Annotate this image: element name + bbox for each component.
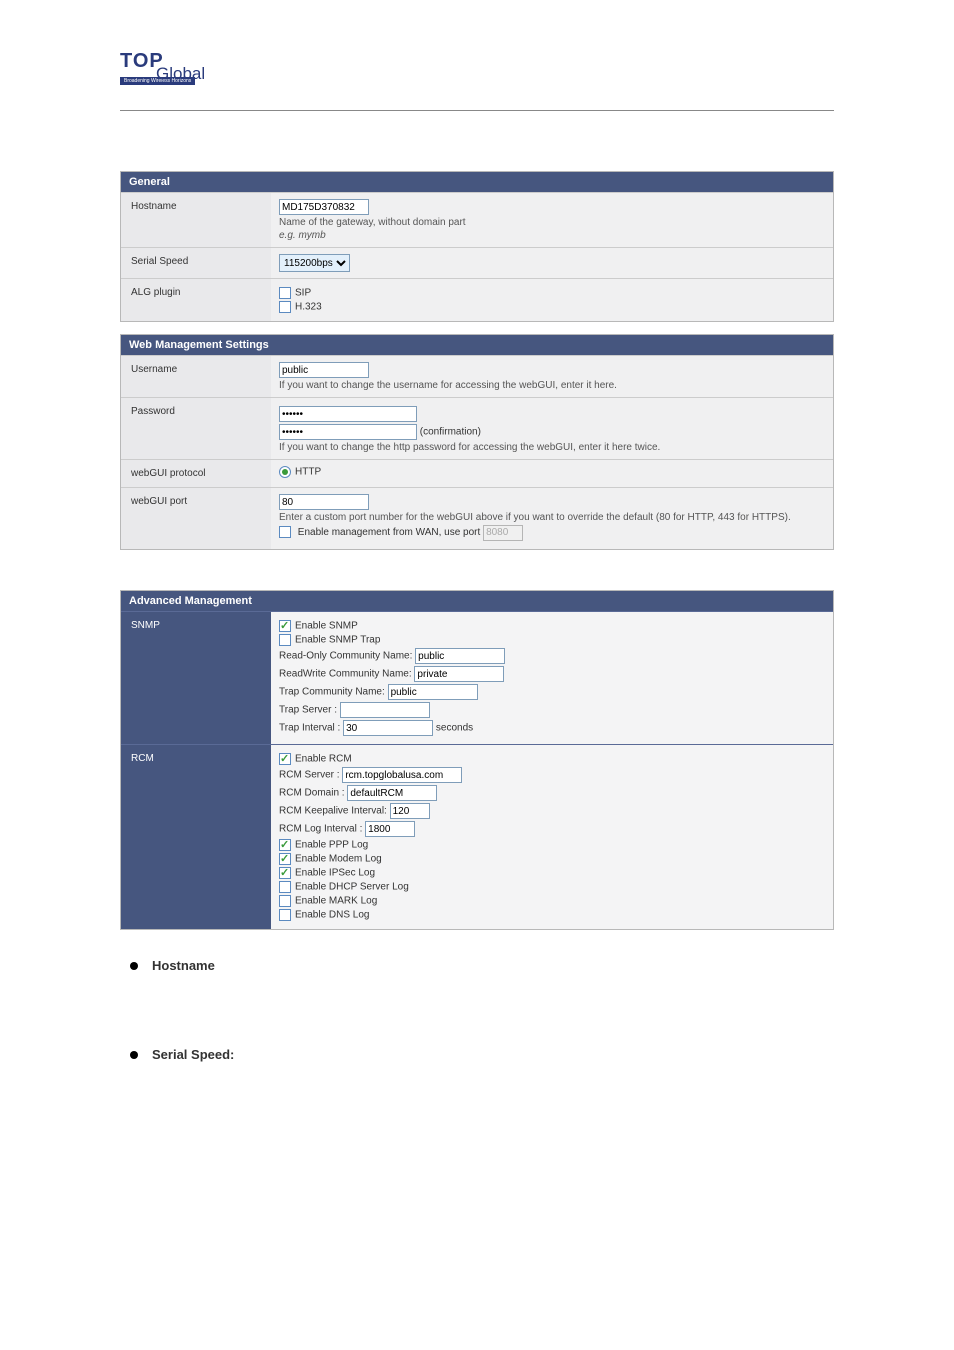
dns-log-checkbox[interactable] (279, 909, 291, 921)
rcm-server-input[interactable] (342, 767, 462, 783)
bt-hostname-body1 (152, 983, 215, 1003)
port-hint: Enter a custom port number for the webGU… (279, 512, 825, 523)
general-header: General (121, 172, 833, 192)
advanced-header: Advanced Management (121, 591, 833, 611)
password-input[interactable] (279, 406, 417, 422)
ppp-log-label: Enable PPP Log (295, 840, 368, 851)
h323-label: H.323 (295, 302, 322, 313)
port-label: webGUI port (121, 488, 271, 549)
trap-comm-label: Trap Community Name: (279, 687, 385, 698)
password-hint: If you want to change the http password … (279, 442, 825, 453)
general-panel: General Hostname Name of the gateway, wi… (120, 171, 834, 322)
bt-serial-title: Serial Speed (152, 1047, 230, 1062)
password-confirm-input[interactable] (279, 424, 417, 440)
rcm-loginterval-input[interactable] (365, 821, 415, 837)
confirm-label: (confirmation) (420, 427, 481, 438)
rcm-server-label: RCM Server : (279, 770, 340, 781)
ipsec-log-label: Enable IPSec Log (295, 868, 375, 879)
hostname-hint2: e.g. mymb (279, 230, 825, 241)
rcm-loginterval-label: RCM Log Interval : (279, 824, 362, 835)
rcm-keepalive-label: RCM Keepalive Interval: (279, 806, 387, 817)
dns-log-label: Enable DNS Log (295, 910, 370, 921)
logo: TOP Global Broadening Wireless Horizons (120, 50, 230, 98)
bt-hostname-title: Hostname (152, 958, 215, 973)
trap-comm-input[interactable] (388, 684, 478, 700)
trap-interval-input[interactable] (343, 720, 433, 736)
enable-snmp-label: Enable SNMP (295, 621, 358, 632)
modem-log-label: Enable Modem Log (295, 854, 382, 865)
advanced-panel: Advanced Management SNMP Enable SNMP Ena… (120, 590, 834, 930)
rcm-domain-label: RCM Domain : (279, 788, 345, 799)
hostname-label: Hostname (121, 193, 271, 247)
enable-snmp-checkbox[interactable] (279, 620, 291, 632)
username-label: Username (121, 356, 271, 397)
wan-port-input: 8080 (483, 525, 523, 541)
trap-server-input[interactable] (340, 702, 430, 718)
hostname-hint1: Name of the gateway, without domain part (279, 217, 825, 228)
dhcp-log-checkbox[interactable] (279, 881, 291, 893)
password-label: Password (121, 398, 271, 459)
bt-serial-colon: : (230, 1047, 234, 1062)
mark-log-checkbox[interactable] (279, 895, 291, 907)
username-input[interactable] (279, 362, 369, 378)
ro-comm-input[interactable] (415, 648, 505, 664)
username-hint: If you want to change the username for a… (279, 380, 825, 391)
enable-snmp-trap-checkbox[interactable] (279, 634, 291, 646)
enable-rcm-checkbox[interactable] (279, 753, 291, 765)
web-header: Web Management Settings (121, 335, 833, 355)
hostname-input[interactable] (279, 199, 369, 215)
ppp-log-checkbox[interactable] (279, 839, 291, 851)
http-radio[interactable] (279, 466, 291, 478)
sip-checkbox[interactable] (279, 287, 291, 299)
sip-label: SIP (295, 288, 311, 299)
bullet-icon (130, 1051, 138, 1059)
wan-mgmt-checkbox[interactable] (279, 526, 291, 538)
enable-snmp-trap-label: Enable SNMP Trap (295, 635, 380, 646)
trap-interval-label: Trap Interval : (279, 723, 340, 734)
trap-server-label: Trap Server : (279, 705, 337, 716)
dhcp-log-label: Enable DHCP Server Log (295, 882, 409, 893)
alg-label: ALG plugin (121, 279, 271, 321)
snmp-label: SNMP (121, 612, 271, 744)
enable-rcm-label: Enable RCM (295, 754, 352, 765)
section-title (120, 151, 834, 165)
wan-mgmt-label: Enable management from WAN, use port (298, 527, 481, 538)
serial-label: Serial Speed (121, 248, 271, 278)
rw-comm-input[interactable] (414, 666, 504, 682)
h323-checkbox[interactable] (279, 301, 291, 313)
rw-comm-label: ReadWrite Community Name: (279, 669, 412, 680)
serial-speed-select[interactable]: 115200bps (279, 254, 350, 272)
rcm-label: RCM (121, 745, 271, 929)
body-text: Hostname Serial Speed: (120, 950, 834, 1111)
seconds-label: seconds (436, 723, 473, 734)
http-label: HTTP (295, 467, 321, 478)
web-panel: Web Management Settings Username If you … (120, 334, 834, 550)
figure-label (120, 562, 834, 576)
modem-log-checkbox[interactable] (279, 853, 291, 865)
header-bar: TOP Global Broadening Wireless Horizons (120, 50, 834, 111)
bt-serial-body (152, 1071, 234, 1111)
protocol-label: webGUI protocol (121, 460, 271, 487)
rcm-domain-input[interactable] (347, 785, 437, 801)
ipsec-log-checkbox[interactable] (279, 867, 291, 879)
bt-hostname-body2 (152, 1003, 215, 1023)
rcm-keepalive-input[interactable] (390, 803, 430, 819)
mark-log-label: Enable MARK Log (295, 896, 377, 907)
logo-text-global: Global (156, 64, 205, 84)
ro-comm-label: Read-Only Community Name: (279, 651, 412, 662)
bullet-icon (130, 962, 138, 970)
port-input[interactable] (279, 494, 369, 510)
